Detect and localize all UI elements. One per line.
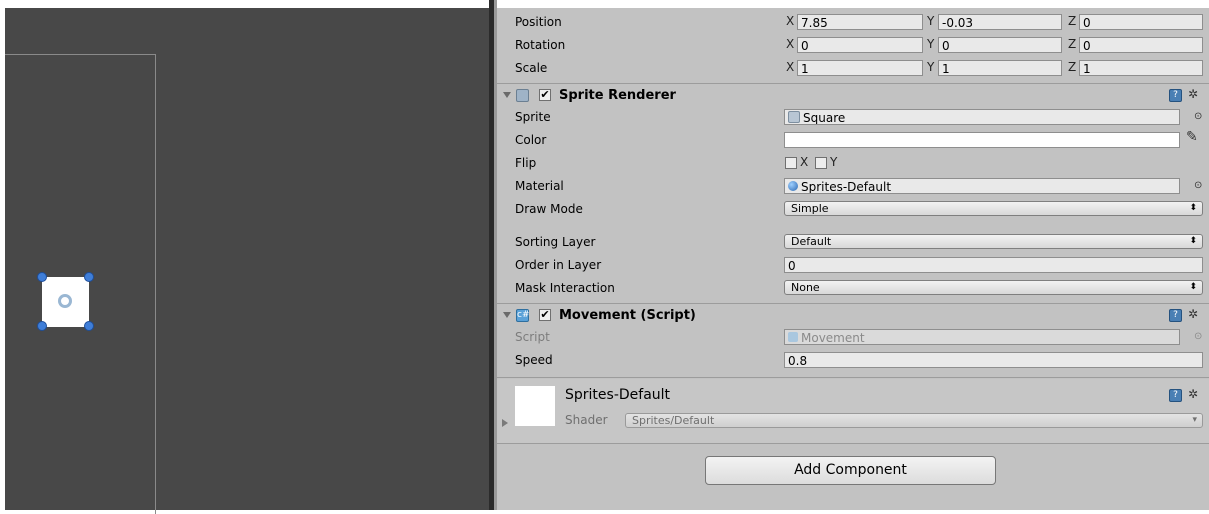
sprite-renderer-title: Sprite Renderer [559, 88, 676, 103]
color-label: Color [515, 133, 547, 147]
material-preview-block[interactable]: Sprites-Default Shader Sprites/Default ▾… [497, 379, 1209, 443]
material-value: Sprites-Default [801, 180, 892, 194]
resize-handle-bottom-right[interactable] [84, 321, 94, 331]
eyedropper-icon[interactable]: ✎ [1186, 129, 1198, 145]
sprite-renderer-enabled-checkbox[interactable]: ✔ [539, 89, 551, 101]
flip-y-label: Y [830, 155, 838, 169]
resize-handle-top-right[interactable] [84, 272, 94, 282]
dropdown-arrow-icon: ▾ [1192, 415, 1197, 425]
inspector-top-edge [497, 0, 1209, 8]
script-label: Script [515, 330, 550, 344]
sprite-field[interactable]: Square [784, 109, 1180, 125]
section-divider [497, 377, 1209, 378]
draw-mode-value: Simple [791, 202, 829, 215]
material-picker-icon[interactable]: ⊙ [1194, 180, 1202, 191]
shader-dropdown[interactable]: Sprites/Default ▾ [625, 413, 1203, 428]
section-divider [497, 443, 1209, 444]
mask-interaction-label: Mask Interaction [515, 281, 615, 295]
order-in-layer-field[interactable]: 0 [784, 257, 1203, 273]
sprite-renderer-header[interactable]: ✔ Sprite Renderer ? ✲ [497, 85, 1209, 107]
sorting-layer-label: Sorting Layer [515, 235, 596, 249]
draw-mode-dropdown[interactable]: Simple ⬍ [784, 201, 1203, 216]
movement-script-header[interactable]: c# ✔ Movement (Script) ? ✲ [497, 305, 1209, 327]
flip-y-checkbox[interactable] [815, 157, 827, 169]
foldout-arrow-icon[interactable] [503, 92, 511, 98]
scale-y-field[interactable]: 1 [938, 60, 1062, 76]
material-sphere-icon [788, 181, 798, 191]
dropdown-arrow-icon: ⬍ [1189, 203, 1197, 213]
position-z-axis[interactable]: Z [1068, 13, 1076, 30]
gear-icon[interactable]: ✲ [1188, 307, 1198, 321]
material-name: Sprites-Default [565, 387, 671, 403]
sprite-asset-icon [788, 111, 800, 123]
position-y-axis[interactable]: Y [927, 13, 934, 30]
material-label: Material [515, 179, 564, 193]
position-label: Position [515, 15, 562, 29]
rotation-z-field[interactable]: 0 [1079, 37, 1203, 53]
color-field[interactable] [784, 132, 1180, 148]
shader-label: Shader [565, 413, 608, 427]
sprite-label: Sprite [515, 110, 551, 124]
movement-title: Movement (Script) [559, 308, 696, 323]
flip-x-checkbox[interactable] [785, 157, 797, 169]
script-picker-icon: ⊙ [1194, 331, 1203, 342]
help-icon[interactable]: ? [1169, 309, 1182, 322]
script-asset-icon [788, 332, 798, 342]
scale-label: Scale [515, 61, 548, 75]
rotation-y-axis[interactable]: Y [927, 36, 934, 53]
movement-enabled-checkbox[interactable]: ✔ [539, 309, 551, 321]
dropdown-arrow-icon: ⬍ [1189, 236, 1197, 246]
gear-icon[interactable]: ✲ [1188, 387, 1198, 401]
shader-value: Sprites/Default [632, 414, 715, 427]
scale-x-field[interactable]: 1 [797, 60, 923, 76]
scale-z-axis[interactable]: Z [1068, 59, 1076, 76]
script-icon: c# [516, 309, 530, 322]
script-field: Movement [784, 329, 1180, 345]
resize-handle-bottom-left[interactable] [37, 321, 47, 331]
flip-x-label: X [800, 155, 809, 169]
rotation-x-axis[interactable]: X [786, 36, 794, 53]
scale-y-axis[interactable]: Y [927, 59, 934, 76]
dropdown-arrow-icon: ⬍ [1189, 282, 1197, 292]
speed-label: Speed [515, 353, 553, 367]
scale-z-field[interactable]: 1 [1079, 60, 1203, 76]
rotation-x-field[interactable]: 0 [797, 37, 923, 53]
gear-icon[interactable]: ✲ [1188, 87, 1198, 101]
scale-x-axis[interactable]: X [786, 59, 794, 76]
sorting-layer-dropdown[interactable]: Default ⬍ [784, 234, 1203, 249]
object-picker-icon[interactable]: ⊙ [1194, 111, 1202, 122]
position-x-field[interactable]: 7.85 [797, 14, 923, 30]
inspector-panel: Position X 7.85 Y -0.03 Z 0 Rotation X 0… [497, 0, 1209, 510]
script-value: Movement [801, 331, 865, 345]
section-divider [497, 303, 1209, 304]
foldout-arrow-icon[interactable] [503, 312, 511, 318]
flip-label: Flip [515, 156, 537, 170]
rotation-z-axis[interactable]: Z [1068, 36, 1076, 53]
sprite-renderer-icon [516, 89, 529, 102]
position-x-axis[interactable]: X [786, 13, 794, 30]
pivot-icon[interactable] [58, 294, 72, 308]
rotation-y-field[interactable]: 0 [938, 37, 1062, 53]
mask-interaction-dropdown[interactable]: None ⬍ [784, 280, 1203, 295]
sprite-square[interactable] [42, 277, 89, 327]
position-y-field[interactable]: -0.03 [938, 14, 1062, 30]
sorting-layer-value: Default [791, 235, 832, 248]
mask-interaction-value: None [791, 281, 820, 294]
speed-field[interactable]: 0.8 [784, 352, 1203, 368]
add-component-button[interactable]: Add Component [705, 456, 996, 485]
help-icon[interactable]: ? [1169, 89, 1182, 102]
section-divider [497, 83, 1209, 84]
draw-mode-label: Draw Mode [515, 202, 583, 216]
scene-view[interactable] [5, 8, 489, 514]
material-field[interactable]: Sprites-Default [784, 178, 1180, 194]
sprite-value: Square [803, 111, 846, 125]
rotation-label: Rotation [515, 38, 566, 52]
help-icon[interactable]: ? [1169, 389, 1182, 402]
resize-handle-top-left[interactable] [37, 272, 47, 282]
order-in-layer-label: Order in Layer [515, 258, 602, 272]
position-z-field[interactable]: 0 [1079, 14, 1203, 30]
expand-arrow-icon[interactable] [502, 419, 508, 427]
material-swatch [515, 386, 555, 426]
